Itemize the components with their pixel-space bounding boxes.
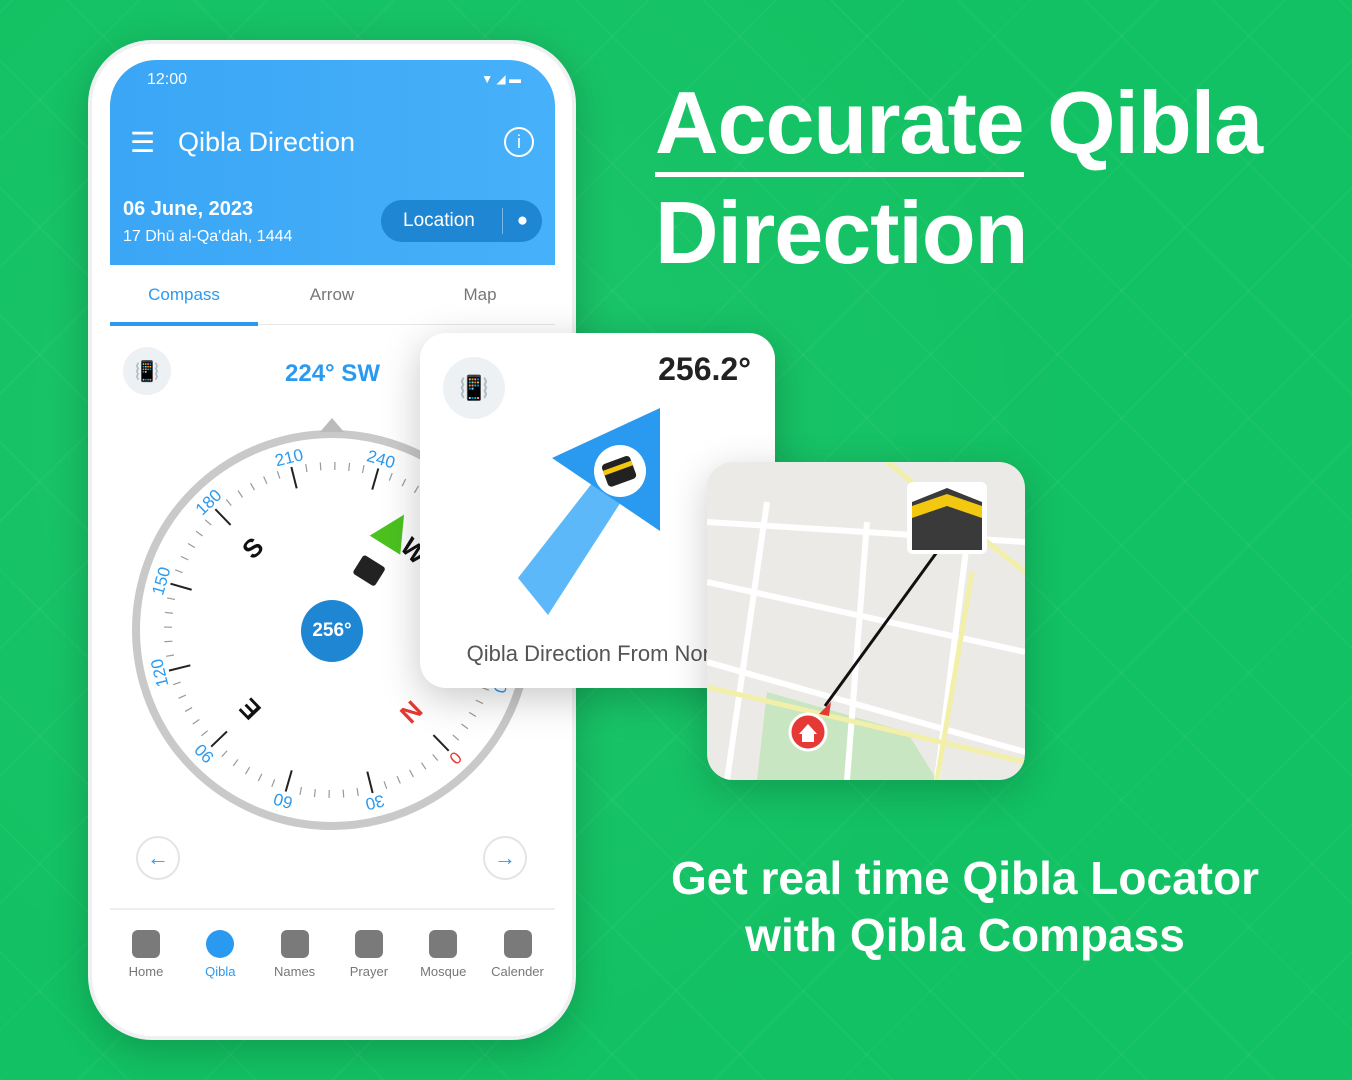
nav-item-qibla[interactable]: Qibla bbox=[183, 930, 257, 979]
menu-icon[interactable]: ☰ bbox=[130, 126, 155, 159]
nav-item-home[interactable]: Home bbox=[110, 930, 183, 979]
status-icons: ▼ ◢ ▬ bbox=[481, 72, 521, 86]
rotate-left-button[interactable]: ← bbox=[136, 836, 180, 880]
qibla-degree-badge: 256° bbox=[301, 600, 363, 662]
heading-pointer bbox=[320, 418, 344, 432]
bottom-nav-divider bbox=[110, 908, 555, 910]
info-icon[interactable]: i bbox=[504, 127, 534, 157]
tab-arrow[interactable]: Arrow bbox=[258, 285, 406, 305]
nav-item-names[interactable]: Names bbox=[258, 930, 332, 979]
rotate-right-button[interactable]: → bbox=[483, 836, 527, 880]
tab-map[interactable]: Map bbox=[406, 285, 554, 305]
allah-names-icon bbox=[280, 930, 309, 958]
map-view bbox=[707, 462, 1025, 780]
headline: Accurate Qibla Direction bbox=[655, 68, 1263, 288]
nav-label: Qibla bbox=[205, 964, 236, 979]
nav-label: Home bbox=[128, 964, 164, 979]
app-header: 12:00 ▼ ◢ ▬ ☰ Qibla Direction i 06 June,… bbox=[110, 60, 555, 265]
app-title: Qibla Direction bbox=[178, 127, 356, 157]
headline-accurate: Accurate bbox=[655, 73, 1025, 177]
arrow-card-value: 256.2° bbox=[658, 351, 751, 387]
location-pin-icon bbox=[429, 930, 458, 958]
dial-tick bbox=[319, 462, 322, 471]
compass-heading: 224° SW bbox=[285, 360, 380, 387]
vibrate-button-card[interactable]: 📳 bbox=[443, 357, 505, 419]
nav-label: Prayer bbox=[349, 964, 389, 979]
compass-icon bbox=[206, 930, 235, 958]
map-pin-icon: ● bbox=[502, 208, 542, 234]
kaaba-icon bbox=[907, 482, 987, 554]
headline-direction: Direction bbox=[655, 183, 1028, 282]
vibrate-button[interactable]: 📳 bbox=[123, 347, 171, 395]
nav-label: Calender bbox=[491, 964, 544, 979]
prayer-icon bbox=[354, 930, 383, 958]
map-card bbox=[707, 462, 1025, 780]
nav-label: Names bbox=[274, 964, 316, 979]
nav-label: Mosque bbox=[420, 964, 467, 979]
home-icon bbox=[132, 930, 160, 958]
calendar-icon bbox=[503, 930, 532, 958]
nav-item-mosque[interactable]: Mosque bbox=[406, 930, 480, 979]
tab-compass[interactable]: Compass bbox=[110, 285, 258, 305]
date-gregorian: 06 June, 2023 bbox=[123, 198, 254, 220]
dial-tick bbox=[342, 789, 345, 798]
dial-tick bbox=[348, 462, 351, 471]
tab-bar: Compass Arrow Map bbox=[110, 265, 555, 326]
location-button[interactable]: Location ● bbox=[381, 200, 542, 242]
headline-qibla: Qibla bbox=[1047, 73, 1263, 172]
dial-tick bbox=[164, 611, 173, 614]
subtitle-line1: Get real time Qibla Locator bbox=[671, 852, 1259, 904]
subtitle: Get real time Qibla Locator with Qibla C… bbox=[620, 850, 1310, 964]
dial-tick bbox=[313, 789, 316, 798]
nav-item-prayer[interactable]: Prayer bbox=[332, 930, 406, 979]
subtitle-line2: with Qibla Compass bbox=[745, 909, 1185, 961]
dial-tick bbox=[164, 640, 173, 643]
qibla-arrow-icon bbox=[518, 408, 660, 615]
nav-item-calender[interactable]: Calender bbox=[481, 930, 555, 979]
location-label: Location bbox=[403, 210, 475, 231]
active-tab-indicator bbox=[110, 322, 258, 326]
date-hijri: 17 Dhū al-Qa'dah, 1444 bbox=[123, 228, 293, 245]
status-time: 12:00 bbox=[147, 71, 188, 88]
